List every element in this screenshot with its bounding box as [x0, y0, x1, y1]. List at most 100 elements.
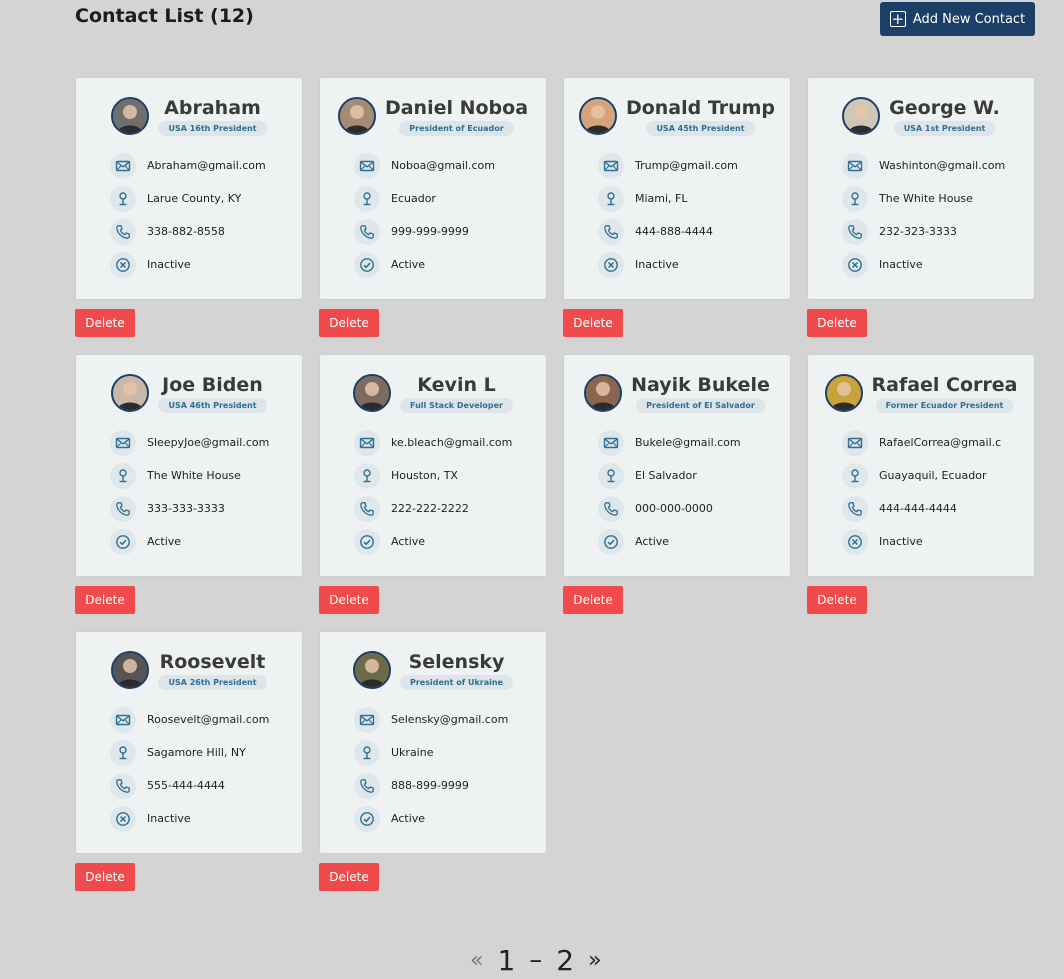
map-pin-icon	[842, 185, 868, 212]
contact-address: Ukraine	[391, 746, 434, 759]
contact-cell: Joe Biden USA 46th President SleepyJoe@gma…	[75, 354, 303, 631]
phone-icon	[354, 495, 380, 522]
phone-icon	[354, 218, 380, 245]
check-circle-icon	[354, 805, 380, 832]
contact-status: Active	[391, 812, 426, 825]
add-new-contact-button[interactable]: + Add New Contact	[880, 2, 1035, 36]
contact-phone: 000-000-0000	[635, 502, 713, 515]
contact-heading: Daniel Noboa President of Ecuador	[385, 96, 528, 136]
pagination-next[interactable]: »	[588, 948, 601, 973]
avatar	[111, 651, 150, 689]
contact-status: Inactive	[147, 258, 191, 271]
phone-row: 333-333-3333	[110, 492, 302, 525]
title-badge: USA 1st President	[893, 121, 996, 136]
contact-cell: Daniel Noboa President of Ecuador Noboa@gm…	[319, 77, 547, 354]
contact-heading: George W. USA 1st President	[889, 96, 1000, 136]
contact-email: Roosevelt@gmail.com	[147, 713, 270, 726]
email-row: SleepyJoe@gmail.com	[110, 426, 302, 459]
contact-status: Active	[391, 258, 426, 271]
map-pin-icon	[354, 185, 380, 212]
address-row: Sagamore Hill, NY	[110, 736, 302, 769]
delete-button[interactable]: Delete	[75, 586, 135, 614]
delete-button[interactable]: Delete	[75, 309, 135, 337]
contact-details: SleepyJoe@gmail.com The White House 333-33…	[76, 426, 302, 558]
contact-address: Sagamore Hill, NY	[147, 746, 246, 759]
delete-button[interactable]: Delete	[319, 863, 379, 891]
envelope-icon	[110, 429, 136, 456]
delete-button[interactable]: Delete	[563, 309, 623, 337]
delete-button[interactable]: Delete	[75, 863, 135, 891]
status-row: Active	[354, 525, 546, 558]
delete-button[interactable]: Delete	[807, 586, 867, 614]
contact-phone: 232-323-3333	[879, 225, 957, 238]
contact-status: Active	[635, 535, 670, 548]
contact-grid: Abraham USA 16th President Abraham@gmail.c…	[75, 77, 1035, 908]
contact-header: Rafael Correa Former Ecuador President	[808, 355, 1034, 414]
contact-status: Inactive	[635, 258, 679, 271]
x-circle-icon	[842, 528, 868, 555]
avatar	[584, 374, 623, 412]
pagination-prev[interactable]: «	[470, 948, 483, 973]
pagination-page-2[interactable]: 2	[556, 944, 574, 977]
envelope-icon	[354, 152, 380, 179]
address-row: Ecuador	[354, 182, 546, 215]
pagination-separator: –	[529, 945, 543, 975]
map-pin-icon	[598, 185, 624, 212]
contact-name: Roosevelt	[159, 651, 266, 673]
title-badge: Former Ecuador President	[875, 398, 1014, 413]
pagination-page-1[interactable]: 1	[497, 944, 515, 977]
x-circle-icon	[842, 251, 868, 278]
map-pin-icon	[110, 185, 136, 212]
title-badge: USA 46th President	[158, 398, 267, 413]
contact-header: Joe Biden USA 46th President	[76, 355, 302, 414]
contact-phone: 888-899-9999	[391, 779, 469, 792]
phone-icon	[110, 495, 136, 522]
status-row: Inactive	[598, 248, 790, 281]
email-row: Trump@gmail.com	[598, 149, 790, 182]
email-row: Noboa@gmail.com	[354, 149, 546, 182]
contact-phone: 338-882-8558	[147, 225, 225, 238]
contact-address: The White House	[147, 469, 241, 482]
title-badge: President of Ecuador	[399, 121, 514, 136]
contact-status: Inactive	[147, 812, 191, 825]
contact-details: ke.bleach@gmail.com Houston, TX 222-222-22…	[320, 426, 546, 558]
phone-icon	[110, 772, 136, 799]
status-row: Active	[354, 248, 546, 281]
contact-cell: Nayik Bukele President of El Salvador Buke…	[563, 354, 791, 631]
contact-phone: 555-444-4444	[147, 779, 225, 792]
avatar	[337, 97, 376, 135]
contact-heading: Rafael Correa Former Ecuador President	[872, 373, 1018, 413]
delete-button[interactable]: Delete	[563, 586, 623, 614]
delete-button[interactable]: Delete	[319, 309, 379, 337]
contact-card: Donald Trump USA 45th President Trump@gmai…	[563, 77, 791, 300]
check-circle-icon	[598, 528, 624, 555]
contact-card: Roosevelt USA 26th President Roosevelt@gma…	[75, 631, 303, 854]
contact-header: Donald Trump USA 45th President	[564, 78, 790, 137]
contact-status: Active	[391, 535, 426, 548]
title-badge: Full Stack Developer	[400, 398, 513, 413]
contact-address: Houston, TX	[391, 469, 458, 482]
contact-header: Roosevelt USA 26th President	[76, 632, 302, 691]
contact-details: RafaelCorrea@gmail.c Guayaquil, Ecuador 44…	[808, 426, 1034, 558]
contact-phone: 444-444-4444	[879, 502, 957, 515]
avatar	[842, 97, 881, 135]
phone-row: 444-888-4444	[598, 215, 790, 248]
contact-email: RafaelCorrea@gmail.c	[879, 436, 1002, 449]
contact-name: Nayik Bukele	[631, 374, 770, 396]
phone-row: 999-999-9999	[354, 215, 546, 248]
phone-row: 555-444-4444	[110, 769, 302, 802]
contact-email: Noboa@gmail.com	[391, 159, 495, 172]
status-row: Inactive	[110, 248, 302, 281]
map-pin-icon	[842, 462, 868, 489]
email-row: RafaelCorrea@gmail.c	[842, 426, 1034, 459]
contact-phone: 444-888-4444	[635, 225, 713, 238]
title-badge: USA 16th President	[158, 121, 267, 136]
check-circle-icon	[354, 528, 380, 555]
map-pin-icon	[110, 462, 136, 489]
delete-button[interactable]: Delete	[807, 309, 867, 337]
x-circle-icon	[110, 805, 136, 832]
contact-phone: 999-999-9999	[391, 225, 469, 238]
delete-button[interactable]: Delete	[319, 586, 379, 614]
contact-details: Roosevelt@gmail.com Sagamore Hill, NY 555-…	[76, 703, 302, 835]
contact-name: Abraham	[164, 97, 261, 119]
